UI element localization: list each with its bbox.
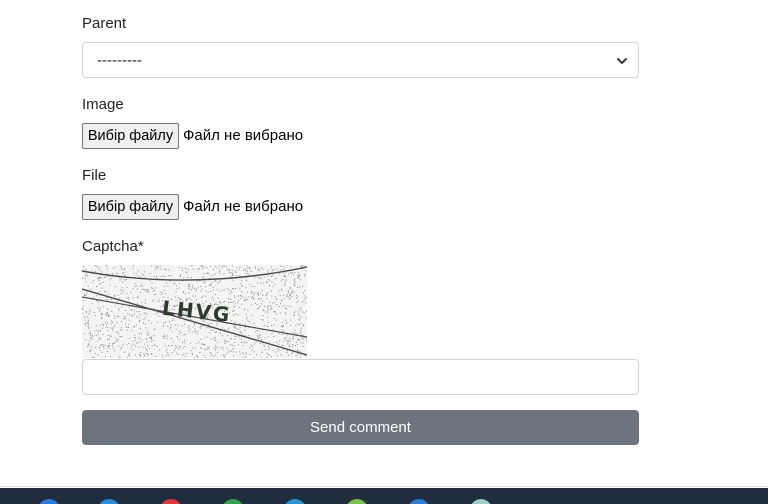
captcha-label: Captcha*: [82, 238, 144, 255]
file-choose-file-button[interactable]: Вибір файлу: [82, 194, 179, 220]
parent-select-value: ---------: [97, 52, 142, 69]
chevron-down-icon: [617, 58, 627, 64]
windows-icon[interactable]: [38, 499, 60, 504]
notes-icon[interactable]: [346, 499, 368, 504]
image-file-status: Файл не вибрано: [183, 127, 304, 144]
image-label: Image: [82, 96, 124, 113]
opera-icon[interactable]: [160, 499, 182, 504]
divider: [0, 486, 768, 487]
file-label: File: [82, 167, 107, 184]
file-file-status: Файл не вибрано: [183, 198, 304, 215]
edge-icon[interactable]: [284, 499, 306, 504]
vscode-icon[interactable]: [408, 499, 430, 504]
image-choose-file-button[interactable]: Вибір файлу: [82, 123, 179, 149]
parent-label: Parent: [82, 15, 127, 32]
taskbar: [0, 488, 768, 504]
app-icon[interactable]: [470, 499, 492, 504]
chrome-icon[interactable]: [222, 499, 244, 504]
captcha-image: LHVG: [82, 265, 307, 358]
parent-select[interactable]: ---------: [82, 42, 639, 78]
explorer-icon[interactable]: [98, 499, 120, 504]
captcha-input[interactable]: [82, 359, 639, 395]
send-comment-button[interactable]: Send comment: [82, 410, 639, 445]
